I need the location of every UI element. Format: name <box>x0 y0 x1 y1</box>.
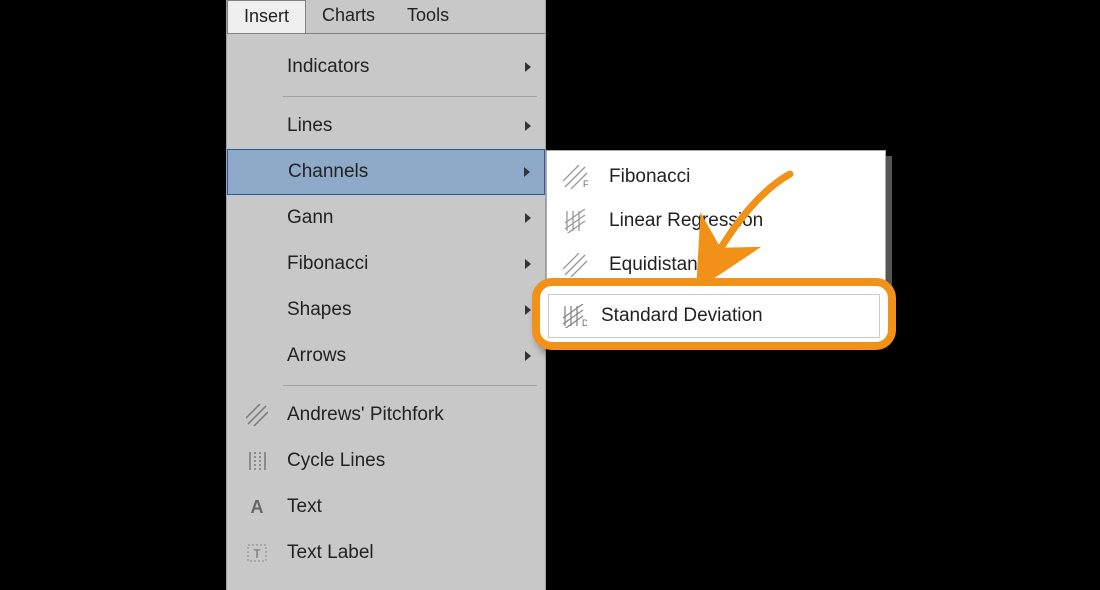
chevron-right-icon <box>525 121 531 131</box>
vlines-icon <box>243 447 271 475</box>
menu-indicators[interactable]: Indicators <box>227 44 545 90</box>
menu-label: Lines <box>287 115 332 137</box>
svg-text:T: T <box>253 547 261 561</box>
submenu-standard-deviation[interactable]: D Standard Deviation <box>548 294 880 338</box>
menu-label: Arrows <box>287 345 346 367</box>
menu-label: Text Label <box>287 542 374 564</box>
chevron-right-icon <box>525 305 531 315</box>
text-box-icon: T <box>243 539 271 567</box>
menu-label: Andrews' Pitchfork <box>287 404 444 426</box>
hatch-e-icon <box>559 250 593 280</box>
svg-text:D: D <box>582 318 587 328</box>
menu-label: Gann <box>287 207 333 229</box>
hatch-f-icon: F <box>559 162 593 192</box>
menu-cycle-lines[interactable]: Cycle Lines <box>227 438 545 484</box>
tab-insert[interactable]: Insert <box>227 0 306 33</box>
menu-label: Channels <box>288 161 368 183</box>
insert-dropdown: Indicators Lines Channels Gann Fibonacci… <box>227 34 545 576</box>
submenu-label: Equidistant <box>609 254 703 276</box>
menu-label: Cycle Lines <box>287 450 385 472</box>
hatch-r-icon <box>559 206 593 236</box>
menu-shapes[interactable]: Shapes <box>227 287 545 333</box>
chevron-right-icon <box>524 167 530 177</box>
chevron-right-icon <box>525 259 531 269</box>
hatch-icon <box>243 401 271 429</box>
svg-text:F: F <box>583 179 589 189</box>
chevron-right-icon <box>525 213 531 223</box>
menubar: Insert Charts Tools <box>227 0 545 34</box>
menu-text[interactable]: A Text <box>227 484 545 530</box>
tab-tools[interactable]: Tools <box>391 0 465 33</box>
menu-text-label[interactable]: T Text Label <box>227 530 545 576</box>
separator <box>283 96 537 97</box>
submenu-label: Linear Regression <box>609 210 763 232</box>
menu-fibonacci[interactable]: Fibonacci <box>227 241 545 287</box>
menu-label: Shapes <box>287 299 351 321</box>
chevron-right-icon <box>525 351 531 361</box>
submenu-linear-regression[interactable]: Linear Regression <box>547 199 885 243</box>
chevron-right-icon <box>525 62 531 72</box>
hatch-d-icon: D <box>557 301 591 331</box>
menu-label: Text <box>287 496 322 518</box>
submenu-label: Fibonacci <box>609 166 690 188</box>
menu-label: Indicators <box>287 56 369 78</box>
channels-submenu: F Fibonacci Linear Regression Equidistan… <box>546 150 886 292</box>
submenu-label: Standard Deviation <box>601 305 763 327</box>
submenu-fibonacci[interactable]: F Fibonacci <box>547 155 885 199</box>
menu-lines[interactable]: Lines <box>227 103 545 149</box>
menu-arrows[interactable]: Arrows <box>227 333 545 379</box>
menu-label: Fibonacci <box>287 253 368 275</box>
letter-a-icon: A <box>243 493 271 521</box>
menu-andrews-pitchfork[interactable]: Andrews' Pitchfork <box>227 392 545 438</box>
menu-gann[interactable]: Gann <box>227 195 545 241</box>
tab-charts[interactable]: Charts <box>306 0 391 33</box>
separator <box>283 385 537 386</box>
submenu-equidistant[interactable]: Equidistant <box>547 243 885 287</box>
menu-channels[interactable]: Channels <box>227 149 545 195</box>
